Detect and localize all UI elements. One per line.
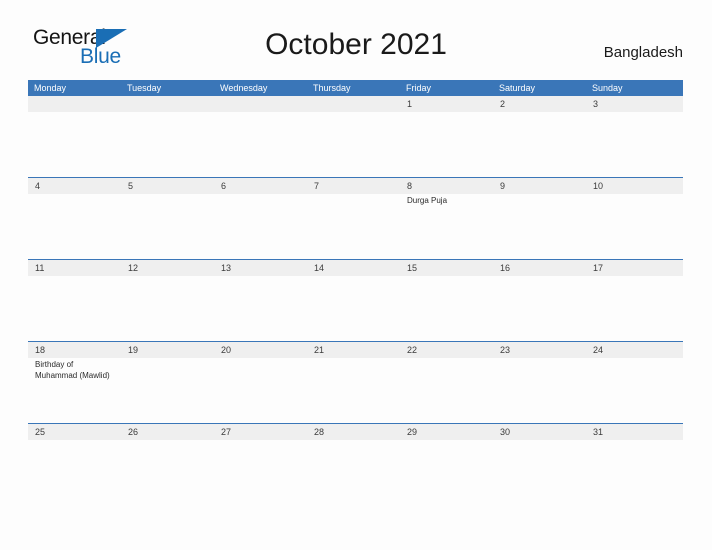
day-number[interactable]: 5	[121, 178, 214, 194]
day-number-band: 25 26 27 28 29 30 31	[28, 424, 683, 440]
day-number-empty	[28, 96, 121, 112]
day-number[interactable]: 7	[307, 178, 400, 194]
day-number[interactable]: 28	[307, 424, 400, 440]
day-number[interactable]: 19	[121, 342, 214, 358]
day-events-empty	[400, 358, 493, 423]
day-events-empty	[214, 194, 307, 259]
day-events-empty	[493, 358, 586, 423]
day-number[interactable]: 26	[121, 424, 214, 440]
day-events-empty	[586, 276, 679, 341]
day-number[interactable]: 6	[214, 178, 307, 194]
day-events[interactable]: Birthday of Muhammad (Mawlid)	[28, 358, 121, 423]
weekday-header-row: Monday Tuesday Wednesday Thursday Friday…	[28, 80, 683, 96]
day-events-empty	[493, 440, 586, 505]
day-events-empty	[121, 276, 214, 341]
day-event-band	[28, 276, 683, 341]
day-number[interactable]: 4	[28, 178, 121, 194]
weekday-saturday: Saturday	[499, 83, 536, 93]
day-events-empty	[586, 440, 679, 505]
day-events-empty	[586, 358, 679, 423]
day-number[interactable]: 29	[400, 424, 493, 440]
day-events-empty	[121, 440, 214, 505]
day-events-empty	[28, 112, 121, 177]
calendar-grid: Monday Tuesday Wednesday Thursday Friday…	[28, 80, 683, 505]
day-number[interactable]: 23	[493, 342, 586, 358]
day-events-empty	[400, 112, 493, 177]
calendar-week-row: 25 26 27 28 29 30 31	[28, 423, 683, 505]
day-number[interactable]: 22	[400, 342, 493, 358]
day-event-band	[28, 440, 683, 505]
day-number[interactable]: 27	[214, 424, 307, 440]
day-number-empty	[307, 96, 400, 112]
weekday-friday: Friday	[406, 83, 432, 93]
calendar-week-row: 4 5 6 7 8 9 10 Durga Puja	[28, 177, 683, 259]
day-events-empty	[586, 112, 679, 177]
day-event-band	[28, 112, 683, 177]
day-number-band: 18 19 20 21 22 23 24	[28, 342, 683, 358]
day-event-band: Birthday of Muhammad (Mawlid)	[28, 358, 683, 423]
region-label: Bangladesh	[603, 44, 683, 61]
day-number[interactable]: 10	[586, 178, 679, 194]
day-number[interactable]: 15	[400, 260, 493, 276]
day-events-empty	[307, 276, 400, 341]
calendar-week-row: 11 12 13 14 15 16 17	[28, 259, 683, 341]
holiday-event-label: Birthday of Muhammad (Mawlid)	[35, 360, 110, 380]
day-number[interactable]: 9	[493, 178, 586, 194]
day-events[interactable]: Durga Puja	[400, 194, 493, 259]
day-number-band: 4 5 6 7 8 9 10	[28, 178, 683, 194]
day-number[interactable]: 3	[586, 96, 679, 112]
day-events-empty	[121, 112, 214, 177]
day-number[interactable]: 2	[493, 96, 586, 112]
weekday-monday: Monday	[34, 83, 67, 93]
day-number[interactable]: 25	[28, 424, 121, 440]
day-number[interactable]: 21	[307, 342, 400, 358]
day-number-empty	[214, 96, 307, 112]
day-events-empty	[400, 440, 493, 505]
day-events-empty	[214, 440, 307, 505]
day-number-band: 123	[28, 96, 683, 112]
day-events-empty	[28, 194, 121, 259]
day-number-empty	[121, 96, 214, 112]
day-events-empty	[307, 440, 400, 505]
day-number[interactable]: 17	[586, 260, 679, 276]
day-events-empty	[307, 112, 400, 177]
page-header: General Blue October 2021 Bangladesh	[0, 0, 712, 67]
day-number[interactable]: 13	[214, 260, 307, 276]
day-events-empty	[307, 358, 400, 423]
holiday-event-label: Durga Puja	[407, 196, 448, 205]
weekday-thursday: Thursday	[313, 83, 351, 93]
day-number-band: 11 12 13 14 15 16 17	[28, 260, 683, 276]
day-events-empty	[214, 112, 307, 177]
weekday-sunday: Sunday	[592, 83, 623, 93]
day-events-empty	[493, 112, 586, 177]
day-number[interactable]: 31	[586, 424, 679, 440]
day-events-empty	[214, 358, 307, 423]
day-events-empty	[493, 194, 586, 259]
day-event-band: Durga Puja	[28, 194, 683, 259]
calendar-week-row: 123	[28, 96, 683, 177]
day-events-empty	[214, 276, 307, 341]
day-number[interactable]: 18	[28, 342, 121, 358]
day-events-empty	[121, 194, 214, 259]
day-events-empty	[307, 194, 400, 259]
day-events-empty	[28, 276, 121, 341]
weekday-tuesday: Tuesday	[127, 83, 162, 93]
day-number[interactable]: 14	[307, 260, 400, 276]
day-events-empty	[586, 194, 679, 259]
day-number[interactable]: 30	[493, 424, 586, 440]
day-events-empty	[400, 276, 493, 341]
day-number[interactable]: 20	[214, 342, 307, 358]
weekday-wednesday: Wednesday	[220, 83, 268, 93]
day-number[interactable]: 12	[121, 260, 214, 276]
day-number[interactable]: 8	[400, 178, 493, 194]
day-events-empty	[121, 358, 214, 423]
day-events-empty	[493, 276, 586, 341]
day-number[interactable]: 1	[400, 96, 493, 112]
day-number[interactable]: 24	[586, 342, 679, 358]
day-number[interactable]: 11	[28, 260, 121, 276]
day-events-empty	[28, 440, 121, 505]
calendar-weeks: 1 2 3 4 5 6 7 8 9 10 Durga Puja 11 12 13 14 15 16 17 18 19 2…	[28, 96, 683, 505]
day-number[interactable]: 16	[493, 260, 586, 276]
calendar-week-row: 18 19 20 21 22 23 24 Birthday of Muhammad (Mawl…	[28, 341, 683, 423]
